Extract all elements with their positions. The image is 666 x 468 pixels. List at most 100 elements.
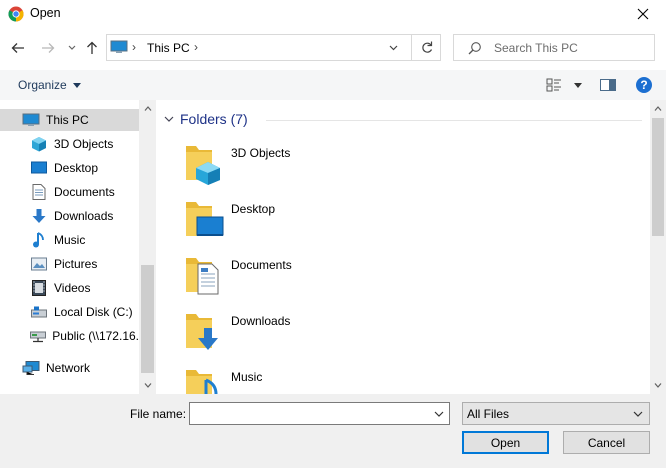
caret-down-icon	[574, 82, 582, 88]
folder-downloads-icon	[186, 314, 218, 350]
close-button[interactable]	[620, 0, 666, 28]
arrow-right-icon	[42, 43, 55, 53]
sidebar-item-music[interactable]: Music	[0, 229, 139, 251]
group-divider	[266, 120, 642, 121]
sidebar-item-label: Local Disk (C:)	[54, 305, 133, 319]
preview-pane-button[interactable]	[598, 76, 618, 94]
file-name-label: File name:	[130, 407, 187, 421]
picture-icon	[30, 256, 48, 272]
sidebar-item-this-pc[interactable]: This PC	[0, 109, 139, 131]
up-button[interactable]	[82, 38, 102, 58]
chevron-up-icon	[654, 106, 662, 111]
folder-name: Downloads	[231, 314, 291, 328]
help-icon: ?	[636, 77, 652, 93]
cube-icon	[30, 136, 48, 152]
folder-item-desktop[interactable]: Desktop	[184, 198, 384, 246]
sidebar-item-local-disk[interactable]: Local Disk (C:)	[0, 301, 139, 323]
chevron-down-icon	[654, 383, 662, 388]
sidebar-item-videos[interactable]: Videos	[0, 277, 139, 299]
breadcrumb-separator-icon: ›	[132, 40, 136, 54]
chevron-down-icon	[144, 383, 151, 388]
cancel-button-label: Cancel	[587, 435, 626, 450]
view-options-icon	[546, 78, 561, 92]
search-input[interactable]: Search This PC	[453, 34, 655, 61]
chrome-icon	[8, 6, 24, 22]
organize-label: Organize	[18, 78, 67, 92]
chevron-up-icon	[144, 106, 151, 111]
sidebar-item-public-network-drive[interactable]: Public (\\172.16.	[0, 325, 139, 347]
folder-name: 3D Objects	[231, 146, 291, 160]
folder-name: Music	[231, 370, 263, 384]
sidebar-item-label: Public (\\172.16.	[52, 329, 139, 343]
file-name-field[interactable]	[189, 402, 450, 425]
back-button[interactable]	[8, 38, 28, 58]
download-icon	[30, 208, 48, 224]
file-type-dropdown[interactable]	[631, 407, 645, 421]
scrollbar-thumb[interactable]	[652, 118, 664, 236]
file-name-history-dropdown[interactable]	[432, 407, 446, 421]
command-toolbar: Organize ?	[0, 70, 666, 100]
search-placeholder: Search This PC	[494, 41, 578, 55]
chevron-down-icon	[633, 411, 643, 417]
scroll-down-button[interactable]	[139, 377, 156, 394]
chevron-down-icon	[164, 116, 174, 122]
folder-item-music[interactable]: Music	[184, 366, 384, 394]
sidebar-item-desktop[interactable]: Desktop	[0, 157, 139, 179]
folder-3d-objects-icon	[186, 146, 220, 185]
navigation-bar: › This PC › Search This PC	[0, 30, 666, 66]
scroll-up-button[interactable]	[650, 100, 666, 117]
sidebar-item-3d-objects[interactable]: 3D Objects	[0, 133, 139, 155]
group-title: Folders (7)	[180, 111, 248, 127]
folder-item-downloads[interactable]: Downloads	[184, 310, 384, 358]
pc-icon	[22, 112, 40, 128]
arrow-up-icon	[87, 41, 97, 54]
breadcrumb-separator-icon[interactable]: ›	[194, 40, 198, 54]
refresh-button[interactable]	[411, 35, 441, 60]
navigation-pane: This PC 3D Objects Desktop Documents Dow…	[0, 100, 155, 394]
preview-pane-icon	[600, 79, 616, 91]
recent-locations-button[interactable]	[62, 38, 82, 58]
folder-music-icon	[186, 370, 218, 394]
help-glyph: ?	[640, 78, 647, 92]
sidebar-item-label: Music	[54, 233, 86, 247]
sidebar-item-documents[interactable]: Documents	[0, 181, 139, 203]
arrow-left-icon	[11, 43, 24, 53]
sidebar-item-label: Pictures	[54, 257, 98, 271]
network-drive-icon	[30, 328, 47, 344]
organize-menu-button[interactable]: Organize	[18, 78, 81, 92]
forward-button[interactable]	[38, 38, 58, 58]
address-bar[interactable]: › This PC ›	[106, 34, 441, 61]
chevron-down-icon	[389, 45, 397, 51]
sidebar-item-pictures[interactable]: Pictures	[0, 253, 139, 275]
scroll-down-button[interactable]	[650, 377, 666, 394]
file-type-select[interactable]: All Files	[462, 402, 650, 425]
file-type-value: All Files	[467, 407, 510, 421]
sidebar-item-label: Documents	[54, 185, 115, 199]
sidebar-item-label: Videos	[54, 281, 91, 295]
folder-name: Desktop	[231, 202, 276, 216]
refresh-icon	[421, 41, 432, 53]
sidebar-item-label: This PC	[46, 113, 89, 127]
sidebar-item-network[interactable]: Network	[0, 357, 139, 379]
open-button[interactable]: Open	[462, 431, 549, 454]
sidebar-item-downloads[interactable]: Downloads	[0, 205, 139, 227]
file-list-pane: Folders (7) 3D Objects Desktop Documents…	[156, 100, 650, 394]
address-history-dropdown[interactable]	[385, 40, 401, 56]
sidebar-item-label: Downloads	[54, 209, 114, 223]
help-button[interactable]: ?	[634, 76, 654, 94]
scroll-up-button[interactable]	[139, 100, 156, 117]
cancel-button[interactable]: Cancel	[563, 431, 650, 454]
breadcrumb-this-pc[interactable]: This PC	[147, 41, 190, 55]
change-view-button[interactable]	[544, 76, 584, 94]
chevron-down-icon	[68, 45, 76, 50]
scrollbar-thumb[interactable]	[141, 265, 154, 373]
file-list-scrollbar[interactable]	[650, 100, 666, 394]
folder-item-documents[interactable]: Documents	[184, 254, 384, 302]
folders-group-header[interactable]: Folders (7)	[164, 111, 248, 127]
folder-item-3d-objects[interactable]: 3D Objects	[184, 142, 384, 190]
folder-documents-icon	[186, 258, 219, 295]
pc-icon	[110, 40, 128, 53]
search-icon	[468, 42, 481, 55]
chevron-down-icon	[434, 411, 444, 417]
navigation-pane-scrollbar[interactable]	[139, 100, 156, 394]
